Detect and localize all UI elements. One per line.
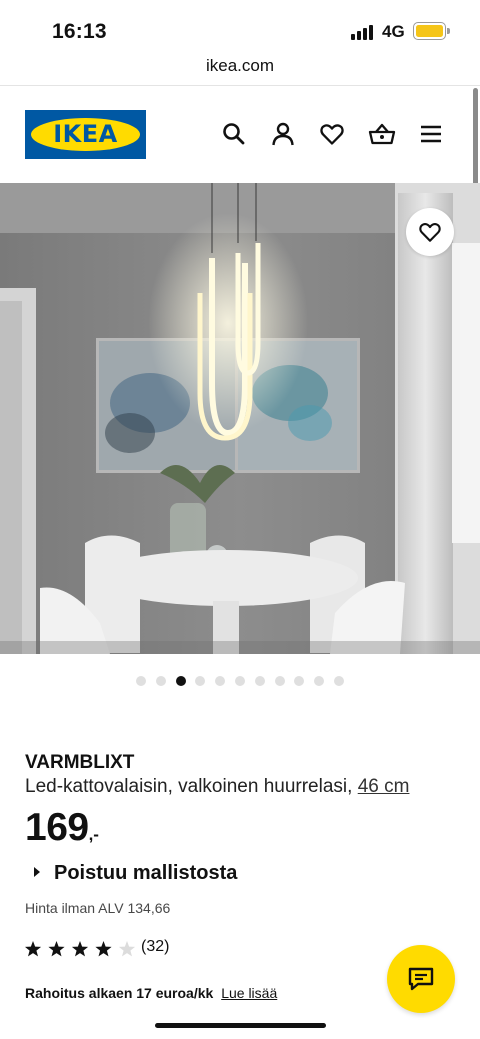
rating-stars xyxy=(25,941,135,957)
star-filled-icon xyxy=(95,941,112,957)
url-bar[interactable]: ikea.com xyxy=(0,56,480,84)
gallery-dot[interactable] xyxy=(215,676,226,686)
star-filled-icon xyxy=(48,941,65,957)
review-count: (32) xyxy=(141,938,170,955)
page-scrollbar[interactable] xyxy=(473,88,478,188)
discontinued-toggle[interactable]: Poistuu mallistosta xyxy=(34,862,237,885)
gallery-dot[interactable] xyxy=(294,676,305,686)
gallery-dot[interactable] xyxy=(314,676,325,686)
price-suffix: ,- xyxy=(88,825,99,844)
status-time: 16:13 xyxy=(52,20,107,43)
gallery-dot[interactable] xyxy=(136,676,146,686)
product-photo xyxy=(0,183,480,654)
product-description: Led-kattovalaisin, valkoinen huurrelasi,… xyxy=(25,776,409,798)
product-image[interactable] xyxy=(0,183,480,654)
star-filled-icon xyxy=(25,941,42,957)
heart-icon xyxy=(419,223,441,242)
search-icon[interactable] xyxy=(221,121,247,147)
product-description-text: Led-kattovalaisin, valkoinen huurrelasi, xyxy=(25,776,353,797)
gallery-dot[interactable] xyxy=(175,676,186,686)
site-header: IKEA xyxy=(0,86,480,183)
logo-text: IKEA xyxy=(53,120,118,148)
network-type: 4G xyxy=(382,22,405,41)
chat-button[interactable] xyxy=(387,945,455,1013)
star-filled-icon xyxy=(71,941,89,957)
home-indicator xyxy=(155,1023,326,1028)
account-icon[interactable] xyxy=(270,121,296,147)
product-price: 169,- xyxy=(25,806,99,850)
price-without-vat: Hinta ilman ALV 134,66 xyxy=(25,900,171,916)
add-to-favourites-button[interactable] xyxy=(406,208,454,256)
financing-read-more-link[interactable]: Lue lisää xyxy=(221,985,277,1001)
signal-icon xyxy=(351,24,375,40)
menu-icon[interactable] xyxy=(418,121,444,147)
product-name: VARMBLIXT xyxy=(25,752,135,773)
chat-icon xyxy=(408,967,434,991)
price-integer: 169 xyxy=(25,806,89,849)
product-size-link[interactable]: 46 cm xyxy=(358,776,410,797)
discontinued-label: Poistuu mallistosta xyxy=(54,862,238,884)
financing-info: Rahoitus alkaen 17 euroa/kk Lue lisää xyxy=(25,985,277,1001)
status-bar: 16:13 4G xyxy=(0,0,480,56)
favourites-icon[interactable] xyxy=(319,121,345,147)
financing-text: Rahoitus alkaen 17 euroa/kk xyxy=(25,985,214,1001)
gallery-dot[interactable] xyxy=(195,676,206,686)
gallery-dot[interactable] xyxy=(334,676,344,686)
basket-icon[interactable] xyxy=(368,121,396,147)
battery-icon xyxy=(413,22,450,40)
gallery-dot[interactable] xyxy=(235,676,245,686)
gallery-dot[interactable] xyxy=(155,676,166,686)
caret-right-icon xyxy=(34,866,40,877)
gallery-dot[interactable] xyxy=(254,676,265,686)
gallery-dot[interactable] xyxy=(274,676,285,686)
ikea-logo[interactable]: IKEA xyxy=(25,110,146,159)
star-empty-icon xyxy=(118,941,135,957)
